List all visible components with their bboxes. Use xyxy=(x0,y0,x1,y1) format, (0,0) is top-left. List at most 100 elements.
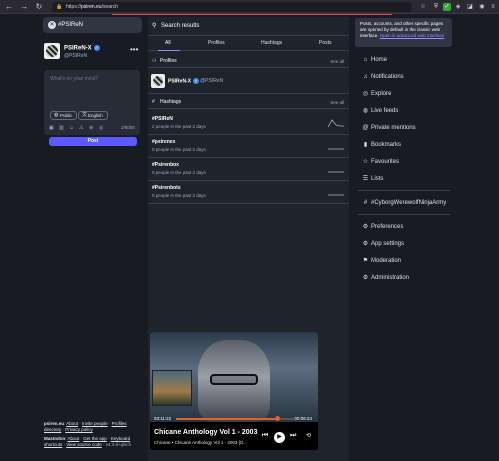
compose-textarea[interactable]: What's on your mind? xyxy=(50,76,98,82)
play-button[interactable]: ▶ xyxy=(274,432,285,443)
forward-icon[interactable]: → xyxy=(18,1,30,13)
hashtags-section-header: # Hashtags See all xyxy=(148,96,349,109)
gear-icon: ⚙ xyxy=(362,224,369,230)
nav-label: Bookmarks xyxy=(371,142,402,148)
globe-icon: ◍ xyxy=(54,112,59,118)
visibility-dropdown[interactable]: ◍ Public xyxy=(50,111,78,120)
hashtag-name: #Psirenbox xyxy=(152,162,179,168)
nav-notifications[interactable]: ♫ Notifications xyxy=(362,72,403,82)
back-icon[interactable]: ← xyxy=(3,1,15,13)
compose-form[interactable]: What's on your mind? ◍ Public 文 English ▣ … xyxy=(44,70,140,135)
hash-icon: # xyxy=(363,200,368,206)
nav-app-settings[interactable]: ⚙ App settings xyxy=(362,239,404,249)
nav-followed-tag[interactable]: # #CyborgWerewolfNinjaArmy xyxy=(362,198,446,208)
advanced-ui-link[interactable]: Open in advanced web interface xyxy=(380,33,445,38)
track-title: Chicane Anthology Vol 1 - 2003 xyxy=(154,429,258,436)
hashtag-sparkline xyxy=(328,148,344,150)
nav-moderation[interactable]: ⚑ Moderation xyxy=(362,256,401,266)
tab-profiles[interactable]: Profiles xyxy=(208,36,225,51)
nav-label: Private mentions xyxy=(371,125,416,131)
previous-icon[interactable]: ⏮ xyxy=(262,432,268,440)
nav-home[interactable]: ⌂ Home xyxy=(362,55,387,65)
nav-administration[interactable]: ⚙ Administration xyxy=(362,273,409,283)
footer-about2-link[interactable]: About xyxy=(68,436,80,441)
hashtag-row[interactable]: #Psirenbots 0 people in the past 2 days xyxy=(148,181,349,204)
footer-mastodon: Mastodon xyxy=(44,436,66,441)
verified-icon: ✓ xyxy=(193,78,200,84)
clear-search-icon[interactable]: ✕ xyxy=(48,21,56,29)
extension-icon[interactable]: ◈ xyxy=(454,3,462,11)
star-icon: ☆ xyxy=(362,159,369,165)
media-player[interactable]: 03:11:22 00:06:24 Chicane Anthology Vol … xyxy=(150,332,318,450)
footer-getapp-link[interactable]: Get the app xyxy=(83,436,107,441)
hashtags-section-title: Hashtags xyxy=(160,99,182,105)
profile-result-name-text: PSIReN-X xyxy=(168,78,192,85)
footer-about-link[interactable]: About xyxy=(66,421,78,426)
nav-label: Live feeds xyxy=(371,108,399,114)
profile-result[interactable]: PSIReN-X ✓ @PSIReN xyxy=(148,70,349,94)
search-input[interactable]: ✕ #PSIReN xyxy=(43,17,142,33)
poll-icon[interactable]: ▥ xyxy=(59,125,64,131)
language-dropdown[interactable]: 文 English xyxy=(78,111,108,120)
emoji-icon[interactable]: ☺ xyxy=(69,125,74,131)
thread-icon[interactable]: ⊕ xyxy=(89,125,93,131)
extension-check-icon[interactable]: ✓ xyxy=(443,3,451,11)
elapsed-time: 03:11:22 xyxy=(154,416,172,421)
attach-media-icon[interactable]: ▣ xyxy=(49,125,54,131)
translate-icon: 文 xyxy=(82,112,88,118)
classic-ui-notice: Posts, accounts, and other specific page… xyxy=(355,18,452,47)
avatar[interactable] xyxy=(44,43,60,59)
column-title: Search results xyxy=(161,23,200,29)
compose-toolbar: ▣ ▥ ☺ ⚠ ⊕ ◎ 2/5000 xyxy=(49,125,137,132)
track-subtitle: Chicane • Chicane Anthology Vol 1 - 2003… xyxy=(154,440,248,445)
account-icon[interactable]: ◉ xyxy=(478,3,486,11)
profile-name[interactable]: PSIReN-X ✓ xyxy=(64,45,100,52)
live-feed-icon: ◍ xyxy=(362,108,369,114)
browser-toolbar: ← → ↻ ⌂ 🔒 https://psiren.eu/search ☆ ⛨ ✓… xyxy=(0,0,499,14)
nav-lists[interactable]: ☰ Lists xyxy=(362,174,384,184)
nav-label: Administration xyxy=(371,275,410,281)
nav-preferences[interactable]: ⚙ Preferences xyxy=(362,222,404,232)
reload-icon[interactable]: ↻ xyxy=(33,1,45,13)
nav-label: Moderation xyxy=(371,258,402,264)
home-icon: ⌂ xyxy=(363,57,368,63)
url-path: /search xyxy=(101,4,118,10)
tab-all[interactable]: All xyxy=(165,36,171,51)
tab-posts[interactable]: Posts xyxy=(319,36,332,51)
next-icon[interactable]: ⏭ xyxy=(290,432,296,440)
list-icon: ☰ xyxy=(362,176,369,182)
left-footer: psiren.eu: About · Invite people · Profi… xyxy=(44,421,132,447)
nav-private-mentions[interactable]: @ Private mentions xyxy=(362,123,416,133)
content-warning-icon[interactable]: ⚠ xyxy=(79,125,83,131)
hash-icon: # xyxy=(152,99,155,105)
hashtags-see-all-link[interactable]: See all xyxy=(330,96,344,109)
nav-favourites[interactable]: ☆ Favourites xyxy=(362,157,399,167)
nav-label: Explore xyxy=(371,91,392,97)
bookmark-star-icon[interactable]: ☆ xyxy=(419,3,427,11)
seek-handle[interactable] xyxy=(274,416,280,421)
nav-label: Preferences xyxy=(371,224,404,230)
tab-hashtags[interactable]: Hashtags xyxy=(261,36,282,51)
nav-live-feeds[interactable]: ◍ Live feeds xyxy=(362,106,398,116)
hashtag-stats: 0 people in the past 2 days xyxy=(152,170,206,175)
extension-puzzle-icon[interactable]: ◪ xyxy=(466,3,474,11)
hashtag-row[interactable]: #psirenex 0 people in the past 2 days xyxy=(148,135,349,158)
shield-extension-icon[interactable]: ⛨ xyxy=(432,3,440,11)
hashtag-stats: 0 people in the past 2 days xyxy=(152,147,206,152)
nav-bookmarks[interactable]: ▮ Bookmarks xyxy=(362,140,401,150)
repeat-icon[interactable]: ⟲ xyxy=(306,432,311,439)
profiles-see-all-link[interactable]: See all xyxy=(330,55,344,68)
nav-explore[interactable]: ◎ Explore xyxy=(362,89,391,99)
formatting-icon[interactable]: ◎ xyxy=(99,125,103,131)
hashtag-row[interactable]: #Psirenbox 0 people in the past 2 days xyxy=(148,158,349,181)
search-icon: ⚲ xyxy=(152,23,157,29)
more-options-icon[interactable]: ••• xyxy=(130,45,138,54)
post-button[interactable]: Post xyxy=(49,137,137,146)
hashtag-row[interactable]: #PSIReN 2 people in the past 2 days xyxy=(148,112,349,135)
footer-privacy-link[interactable]: Privacy policy xyxy=(65,427,93,432)
nav-label: Lists xyxy=(371,176,384,182)
url-bar[interactable]: 🔒 https://psiren.eu/search xyxy=(52,2,412,12)
footer-source-link[interactable]: View source code xyxy=(66,442,101,447)
menu-icon[interactable]: ≡ xyxy=(489,3,497,11)
footer-invite-link[interactable]: Invite people xyxy=(82,421,108,426)
